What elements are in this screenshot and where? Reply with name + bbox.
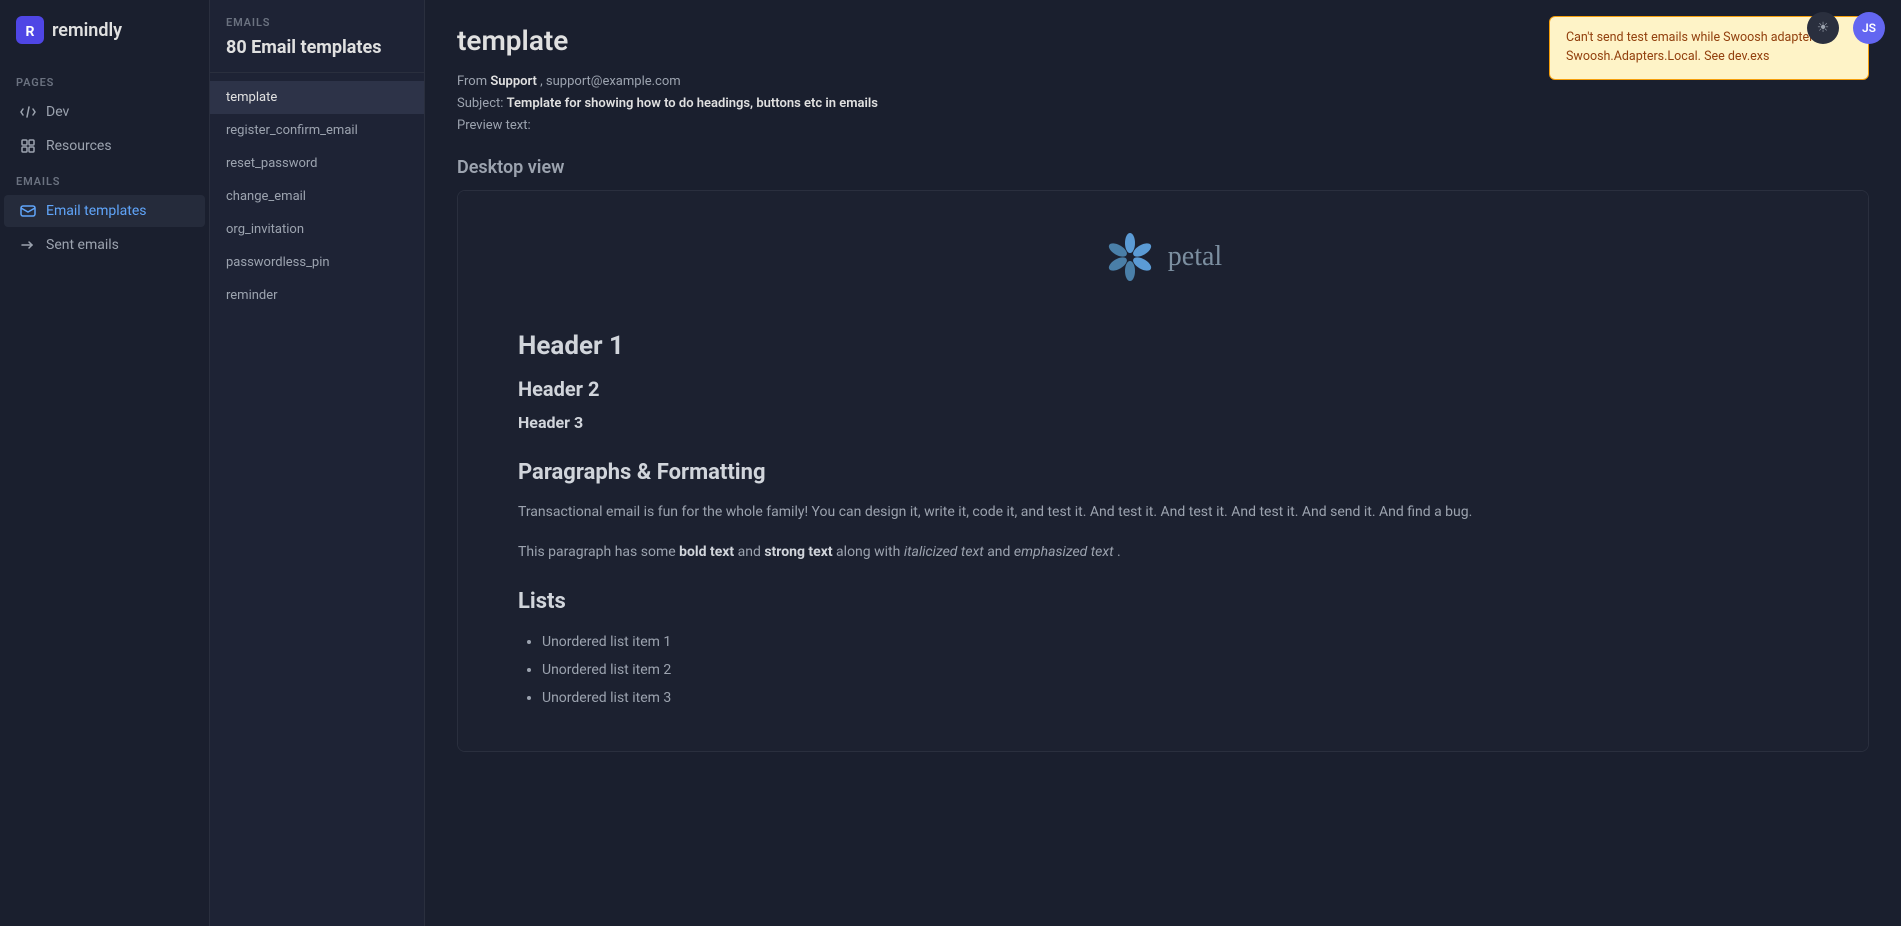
resources-label: Resources: [46, 138, 112, 154]
from-bold: Support: [490, 74, 537, 89]
emails-section-label: EMAILS: [0, 163, 209, 194]
email-list-count: 80 Email templates: [226, 37, 408, 58]
sent-emails-icon: [20, 237, 36, 253]
email-list-panel: EMAILS 80 Email templates template regis…: [210, 0, 425, 926]
subject-value: Template for showing how to do headings,…: [507, 96, 878, 111]
p2-after: along with: [833, 544, 904, 560]
email-paragraph-1: Transactional email is fun for the whole…: [518, 501, 1808, 525]
p2-em1: italicized text: [904, 544, 984, 560]
from-label: From: [457, 74, 487, 89]
p2-bold1: bold text: [679, 544, 734, 560]
sidebar-item-dev[interactable]: Dev: [4, 96, 205, 128]
template-meta: From Support , support@example.com Subje…: [457, 71, 1869, 137]
preview-label: Preview text:: [457, 118, 531, 133]
email-h1: Header 1: [518, 331, 1808, 361]
p2-em2: emphasized text: [1014, 544, 1114, 560]
list-item: Unordered list item 1: [542, 628, 1808, 656]
email-logo-area: petal: [518, 231, 1808, 283]
list-item: Unordered list item 3: [542, 684, 1808, 712]
theme-toggle-icon[interactable]: ☀: [1807, 12, 1839, 44]
preview-line: Preview text:: [457, 115, 1869, 137]
sidebar-item-email-templates[interactable]: Email templates: [4, 195, 205, 227]
email-list-item-reminder[interactable]: reminder: [210, 279, 424, 312]
email-h3: Header 3: [518, 413, 1808, 432]
email-logo-text: petal: [1168, 241, 1222, 273]
svg-text:R: R: [26, 24, 35, 40]
user-avatar[interactable]: JS: [1853, 12, 1885, 44]
email-list-item-org-invitation[interactable]: org_invitation: [210, 213, 424, 246]
email-list-item-reset-password[interactable]: reset_password: [210, 147, 424, 180]
email-list-items: template register_confirm_email reset_pa…: [210, 73, 424, 320]
desktop-view-heading: Desktop view: [425, 137, 1901, 190]
p2-mid: and: [734, 544, 764, 560]
email-list-item-template[interactable]: template: [210, 81, 424, 114]
email-preview: petal Header 1 Header 2 Header 3 Paragra…: [457, 190, 1869, 752]
email-h2: Header 2: [518, 377, 1808, 401]
p2-before: This paragraph has some: [518, 544, 679, 560]
from-email: , support@example.com: [540, 74, 681, 89]
email-lists-heading: Lists: [518, 589, 1808, 614]
main-header: template From Support , support@example.…: [425, 0, 1901, 137]
app-logo[interactable]: R remindly: [0, 0, 209, 64]
subject-line: Subject: Template for showing how to do …: [457, 93, 1869, 115]
email-list-header: EMAILS 80 Email templates: [210, 0, 424, 73]
email-unordered-list: Unordered list item 1 Unordered list ite…: [518, 628, 1808, 712]
email-paragraph-2: This paragraph has some bold text and st…: [518, 541, 1808, 565]
app-name: remindly: [52, 20, 122, 41]
pages-section-label: PAGES: [0, 64, 209, 95]
p2-end: .: [1114, 544, 1121, 560]
list-item: Unordered list item 2: [542, 656, 1808, 684]
sent-emails-label: Sent emails: [46, 237, 119, 253]
email-templates-icon: [20, 203, 36, 219]
dev-icon: [20, 104, 36, 120]
resources-icon: [20, 138, 36, 154]
main-content: template From Support , support@example.…: [425, 0, 1901, 926]
email-petal-logo: [1104, 231, 1156, 283]
sidebar: R remindly PAGES Dev Resources EMAILS Em…: [0, 0, 210, 926]
email-list-item-change-email[interactable]: change_email: [210, 180, 424, 213]
warning-text: Can't send test emails while Swoosh adap…: [1566, 30, 1826, 64]
sidebar-item-sent-emails[interactable]: Sent emails: [4, 229, 205, 261]
email-body: petal Header 1 Header 2 Header 3 Paragra…: [458, 191, 1868, 751]
p2-bold2: strong text: [764, 544, 832, 560]
logo-icon: R: [16, 16, 44, 44]
email-preview-scrollable[interactable]: petal Header 1 Header 2 Header 3 Paragra…: [458, 191, 1868, 751]
email-templates-label: Email templates: [46, 203, 147, 219]
subject-label: Subject:: [457, 96, 503, 111]
email-list-section-label: EMAILS: [226, 16, 408, 29]
dev-label: Dev: [46, 104, 69, 120]
email-paragraphs-heading: Paragraphs & Formatting: [518, 460, 1808, 485]
p2-and: and: [984, 544, 1014, 560]
email-list-item-register[interactable]: register_confirm_email: [210, 114, 424, 147]
email-list-item-passwordless[interactable]: passwordless_pin: [210, 246, 424, 279]
sidebar-item-resources[interactable]: Resources: [4, 130, 205, 162]
